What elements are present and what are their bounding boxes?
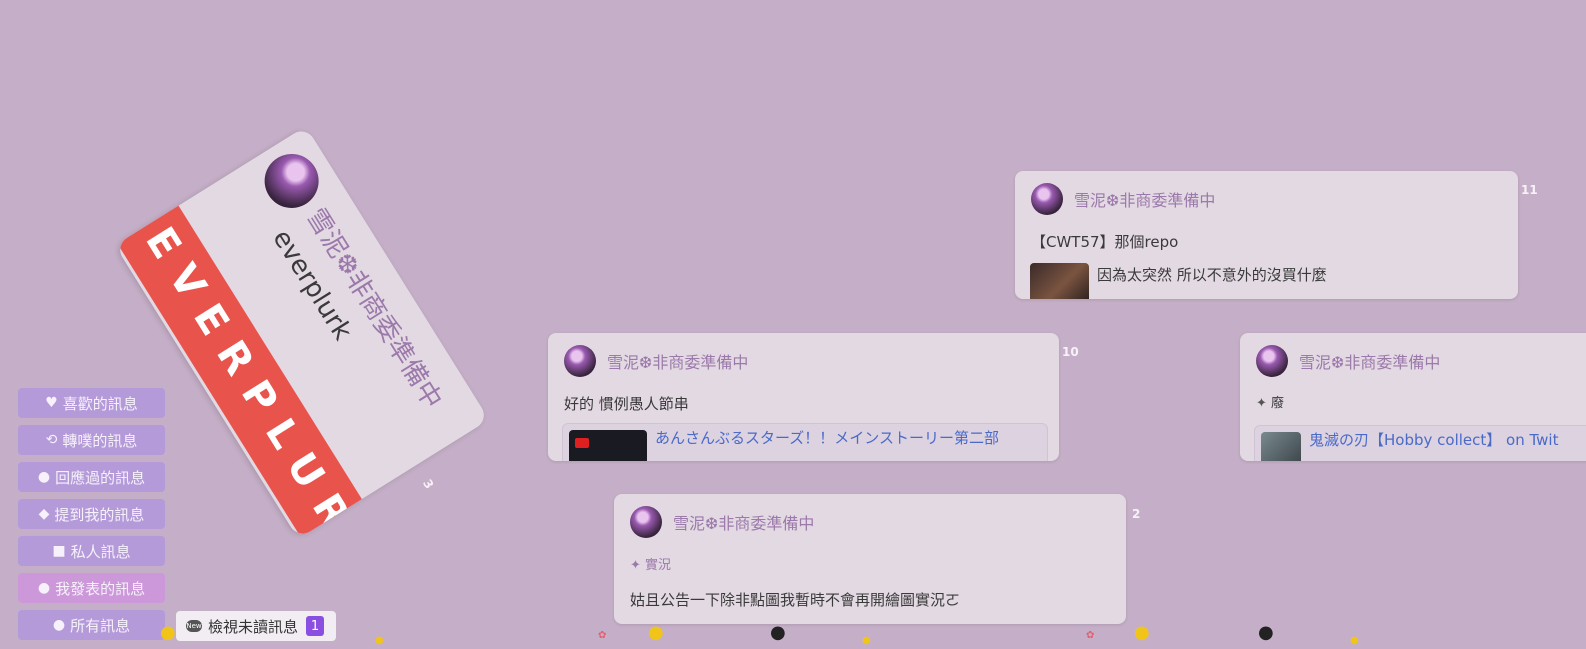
plurk-text: 廢 <box>1271 396 1285 411</box>
sparkle-icon: ✦ <box>630 558 641 573</box>
duck-icon: ● <box>862 635 871 646</box>
unread-count-badge: 1 <box>306 616 325 636</box>
author-name[interactable]: 雪泥❆非商委準備中 <box>607 349 748 373</box>
heart-icon: ♥ <box>45 395 58 411</box>
comment-icon: ● <box>37 469 51 485</box>
plurk-text: 【CWT57】那個repo <box>1031 233 1179 251</box>
bomb-icon: ● <box>1258 622 1274 643</box>
plurk-text: 因為太突然 所以不意外的沒買什麼 <box>1097 266 1327 284</box>
unread-label: 檢視未讀訊息 <box>208 617 299 636</box>
profile-card[interactable]: EVERPLURK 雪泥❆非商委準備中 everplurk <box>114 126 490 539</box>
response-count: 10 <box>1062 345 1079 359</box>
plurk-card[interactable]: 雪泥❆非商委準備中 ✦ 廢 鬼滅の刃【Hobby collect】 on Twi… <box>1240 333 1586 461</box>
new-icon: New <box>186 620 202 632</box>
filter-replurked-button[interactable]: ⟲ 轉噗的訊息 <box>18 425 165 455</box>
filter-mentioned-button[interactable]: ◆ 提到我的訊息 <box>18 499 165 529</box>
duck-icon: ● <box>375 635 384 646</box>
author-name[interactable]: 雪泥❆非商委準備中 <box>1299 349 1440 373</box>
duck-icon: ● <box>648 622 664 643</box>
link-preview[interactable]: あんさんぶるスターズ！！メインストーリー第二部 <box>562 423 1048 461</box>
plurk-text: 姑且公告一下除非點圖我暫時不會再開繪圖實況ㄛ <box>630 591 961 609</box>
plurk-card[interactable]: 雪泥❆非商委準備中 好的 慣例愚人節串 あんさんぶるスターズ！！メインストーリー… <box>548 333 1059 461</box>
sparkle-icon: ✦ <box>1256 396 1267 411</box>
plurk-card[interactable]: 雪泥❆非商委準備中 【CWT57】那個repo 因為太突然 所以不意外的沒買什麼 <box>1015 171 1518 299</box>
avatar[interactable] <box>630 506 662 538</box>
filter-all-button[interactable]: ● 所有訊息 <box>18 610 165 640</box>
flower-icon: ✿ <box>598 630 607 641</box>
chat-icon: ● <box>52 617 66 633</box>
avatar[interactable] <box>1256 345 1288 377</box>
lock-icon: ■ <box>52 543 66 559</box>
flower-icon: ✿ <box>1086 630 1095 641</box>
replurk-icon: ⟲ <box>45 432 58 448</box>
link-title[interactable]: 鬼滅の刃【Hobby collect】 on Twit <box>1309 429 1558 450</box>
user-icon: ● <box>37 580 51 596</box>
filter-responded-button[interactable]: ● 回應過的訊息 <box>18 462 165 492</box>
response-count: 11 <box>1521 183 1538 197</box>
filter-liked-button[interactable]: ♥ 喜歡的訊息 <box>18 388 165 418</box>
response-count: 2 <box>1132 507 1141 521</box>
video-thumbnail <box>569 430 647 461</box>
filter-mine-button[interactable]: ● 我發表的訊息 <box>18 573 165 603</box>
filter-menu: ♥ 喜歡的訊息 ⟲ 轉噗的訊息 ● 回應過的訊息 ◆ 提到我的訊息 ■ 私人訊息… <box>18 388 165 647</box>
link-preview[interactable]: 鬼滅の刃【Hobby collect】 on Twit <box>1254 425 1586 461</box>
avatar[interactable] <box>1031 183 1063 215</box>
response-count: 3 <box>420 476 437 492</box>
plurk-text: 好的 慣例愚人節串 <box>564 395 689 413</box>
plurk-qualifier: 實況 <box>645 558 672 573</box>
image-thumbnail <box>1261 432 1301 461</box>
duck-icon: ● <box>1134 622 1150 643</box>
view-unread-button[interactable]: New 檢視未讀訊息 1 <box>176 611 336 641</box>
duck-icon: ● <box>160 622 176 643</box>
avatar[interactable] <box>564 345 596 377</box>
image-thumbnail[interactable] <box>1030 263 1089 299</box>
link-title[interactable]: あんさんぶるスターズ！！メインストーリー第二部 <box>655 427 999 448</box>
tag-icon: ◆ <box>38 506 50 522</box>
author-name[interactable]: 雪泥❆非商委準備中 <box>1074 187 1215 211</box>
author-name[interactable]: 雪泥❆非商委準備中 <box>673 510 814 534</box>
duck-icon: ● <box>1350 635 1359 646</box>
filter-private-button[interactable]: ■ 私人訊息 <box>18 536 165 566</box>
play-icon <box>575 438 589 448</box>
plurk-card[interactable]: 雪泥❆非商委準備中 ✦ 實況 姑且公告一下除非點圖我暫時不會再開繪圖實況ㄛ <box>614 494 1126 624</box>
bomb-icon: ● <box>770 622 786 643</box>
